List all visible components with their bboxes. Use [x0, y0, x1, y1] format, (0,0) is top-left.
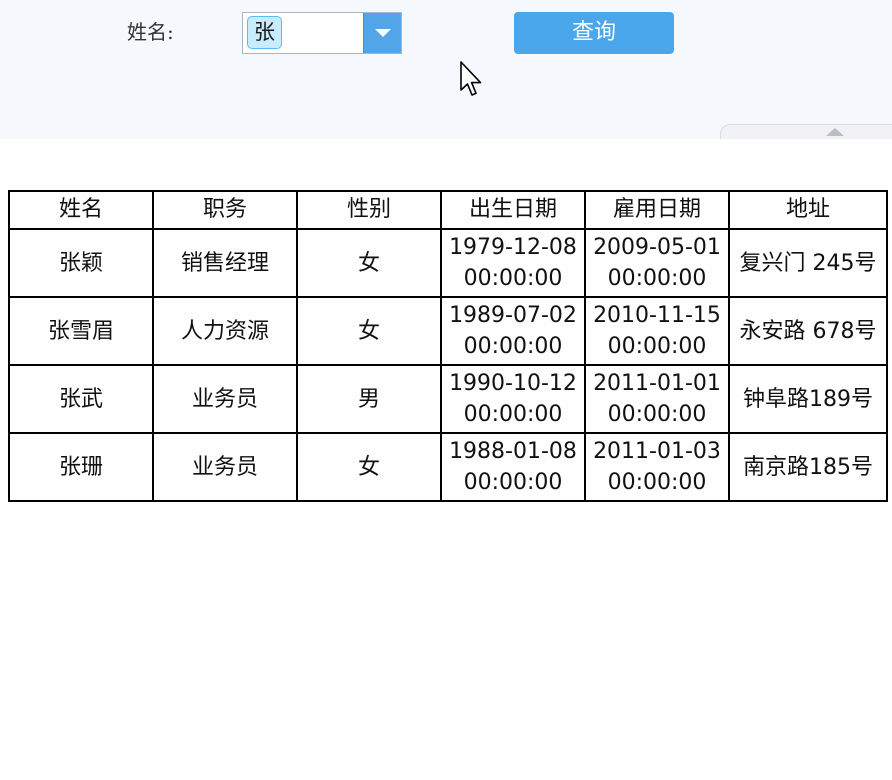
table-cell: 钟阜路189号 — [728, 364, 888, 434]
table-cell: 1989-07-02 00:00:00 — [440, 296, 586, 366]
table-body: 张颖 销售经理女 1979-12-08 00:00:00 2009-05-01 00:… — [8, 228, 888, 502]
table-cell: 人力资源 — [152, 296, 298, 366]
table-cell: 业务员 — [152, 364, 298, 434]
table-cell: 1990-10-12 00:00:00 — [440, 364, 586, 434]
query-button[interactable]: 查询 — [514, 12, 674, 54]
name-combobox[interactable]: 张 — [242, 12, 402, 54]
table-cell: 1979-12-08 00:00:00 — [440, 228, 586, 298]
table-cell: 张武 — [8, 364, 154, 434]
employee-report-table: 姓名 职务 性别 出生日期 雇用日期 地址 张颖 销售经理女 1979-12-08 00:00… — [8, 190, 888, 502]
table-header-row: 姓名 职务 性别 出生日期 雇用日期 地址 — [8, 190, 888, 230]
table-cell: 张珊 — [8, 432, 154, 502]
column-header: 姓名 — [8, 190, 154, 230]
table-row: 张珊 业务员女 1988-01-08 00:00:00 2011-01-03 00:0… — [8, 432, 888, 502]
table-cell: 南京路185号 — [728, 432, 888, 502]
table-row: 张颖 销售经理女 1979-12-08 00:00:00 2009-05-01 00:… — [8, 228, 888, 298]
column-header: 雇用日期 — [584, 190, 730, 230]
table-cell: 女 — [296, 296, 442, 366]
combobox-dropdown-button[interactable] — [363, 13, 401, 53]
table-cell: 复兴门 245号 — [728, 228, 888, 298]
table-row: 张武 业务员男 1990-10-12 00:00:00 2011-01-01 00:0… — [8, 364, 888, 434]
collapse-param-pane-toggle[interactable] — [720, 124, 892, 139]
column-header: 出生日期 — [440, 190, 586, 230]
table-row: 张雪眉 人力资源女 1989-07-02 00:00:00 2010-11-15 00… — [8, 296, 888, 366]
name-param-label: 姓名: — [127, 20, 174, 44]
table-cell: 男 — [296, 364, 442, 434]
table-cell: 2011-01-01 00:00:00 — [584, 364, 730, 434]
table-cell: 永安路 678号 — [728, 296, 888, 366]
column-header: 地址 — [728, 190, 888, 230]
column-header: 性别 — [296, 190, 442, 230]
table-cell: 2010-11-15 00:00:00 — [584, 296, 730, 366]
table-cell: 2011-01-03 00:00:00 — [584, 432, 730, 502]
table-cell: 2009-05-01 00:00:00 — [584, 228, 730, 298]
table-cell: 女 — [296, 432, 442, 502]
table-cell: 1988-01-08 00:00:00 — [440, 432, 586, 502]
table-cell: 张雪眉 — [8, 296, 154, 366]
selected-name-chip[interactable]: 张 — [247, 16, 282, 49]
parameter-pane: 姓名: 张 查询 — [0, 0, 892, 139]
chevron-down-icon — [374, 29, 391, 37]
table-cell: 女 — [296, 228, 442, 298]
table-cell: 张颖 — [8, 228, 154, 298]
collapse-up-icon — [826, 128, 844, 136]
table-cell: 销售经理 — [152, 228, 298, 298]
table-cell: 业务员 — [152, 432, 298, 502]
column-header: 职务 — [152, 190, 298, 230]
